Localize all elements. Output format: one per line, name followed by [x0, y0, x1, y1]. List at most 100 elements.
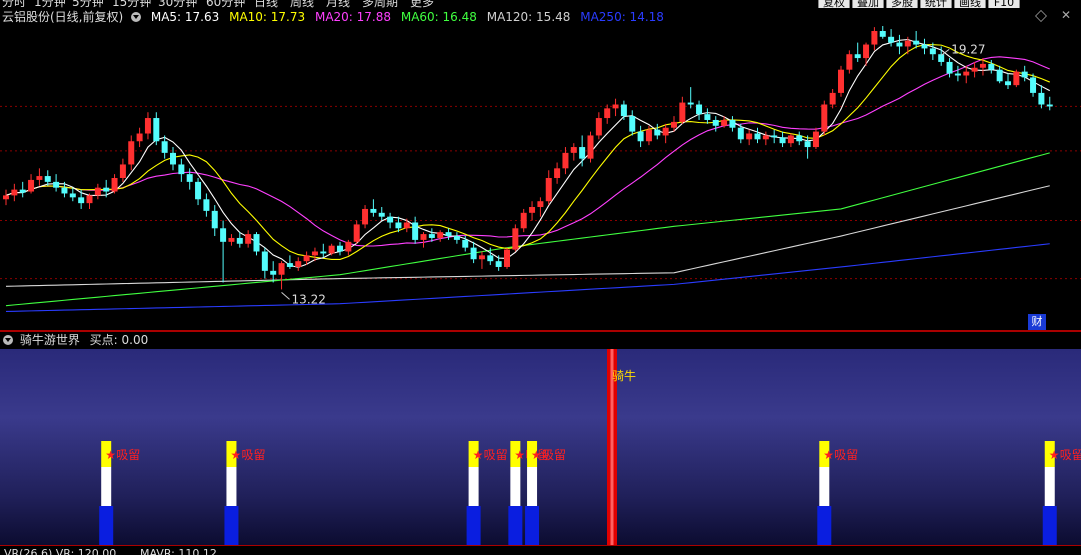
stock-name: 云铝股份(日线,前复权): [2, 10, 124, 24]
candle-body: [462, 239, 469, 248]
candle: [595, 112, 602, 140]
tab-5min[interactable]: 5分钟: [72, 0, 104, 8]
candle-body: [996, 69, 1003, 82]
candle: [1030, 73, 1037, 97]
candle: [203, 193, 210, 217]
candle-body: [61, 187, 68, 194]
candle-body: [821, 104, 828, 132]
candle-body: [161, 141, 168, 153]
candle-body: [337, 245, 343, 252]
tab-60min[interactable]: 60分钟: [206, 0, 245, 8]
signal-blue-segment: [466, 506, 481, 545]
candle-body: [286, 263, 293, 267]
candle: [854, 42, 861, 62]
candle-body: [278, 263, 285, 275]
tab-intraday[interactable]: 分时: [2, 0, 26, 8]
finance-badge[interactable]: 财: [1028, 314, 1046, 330]
candle-body: [854, 54, 861, 59]
candle-body: [729, 119, 736, 128]
candle: [378, 207, 385, 221]
candle: [829, 89, 836, 109]
draw-line-button[interactable]: 画线: [954, 0, 986, 8]
indicator-value: 买点: 0.00: [89, 333, 149, 347]
statistics-button[interactable]: 统计: [920, 0, 952, 8]
tab-monthly[interactable]: 月线: [326, 0, 350, 8]
restore-right-button[interactable]: 复权: [818, 0, 850, 8]
star-icon: ★: [531, 448, 542, 462]
candle: [654, 123, 661, 140]
candle-body: [529, 207, 536, 213]
candle-body: [554, 168, 561, 178]
candle: [119, 158, 126, 182]
candle-body: [370, 208, 377, 213]
tab-daily[interactable]: 日线: [254, 0, 278, 8]
candle: [111, 174, 118, 194]
candle-body: [954, 73, 961, 76]
candle: [604, 104, 611, 124]
candle-body: [779, 137, 786, 144]
candle: [387, 212, 394, 229]
candle-body: [453, 236, 460, 240]
signal-white-segment: [226, 467, 237, 506]
candle: [771, 129, 778, 144]
candle-body: [11, 189, 18, 196]
candle-body: [203, 199, 210, 211]
candle-body: [86, 195, 93, 204]
candle-body: [1038, 92, 1045, 105]
f10-button[interactable]: F10: [988, 0, 1020, 8]
indicator-panel: ★ 吸留 ★ 吸留 ★ 吸留 ★ 吸留 ★ 吸留 ★ 吸留 ★ 吸留 骑牛: [0, 349, 1081, 545]
candle: [554, 162, 561, 184]
star-icon: ★: [105, 448, 116, 462]
indicator-dropdown-icon[interactable]: [3, 334, 13, 345]
star-icon: ★: [823, 448, 834, 462]
tab-more[interactable]: 更多: [410, 0, 434, 8]
candle: [470, 241, 477, 264]
candle: [679, 96, 686, 124]
candle-body: [111, 178, 118, 192]
signal-white-segment: [101, 467, 112, 506]
close-icon[interactable]: ✕: [1061, 8, 1071, 22]
candle-body: [378, 212, 385, 217]
tab-30min[interactable]: 30分钟: [158, 0, 197, 8]
candle: [370, 199, 377, 217]
candle-body: [612, 104, 619, 109]
candle-body: [570, 147, 577, 153]
candle: [762, 131, 769, 146]
multi-stock-button[interactable]: 多股: [886, 0, 918, 8]
candle-body: [478, 255, 485, 260]
candle: [529, 201, 536, 221]
candle: [687, 87, 694, 109]
signal-label: 吸留: [542, 448, 566, 462]
candle-body: [537, 201, 544, 208]
candle: [353, 220, 360, 244]
indicator-header: 骑牛游世界 买点: 0.00: [0, 332, 1081, 349]
candle: [662, 123, 669, 144]
signal-label: 吸留: [241, 448, 265, 462]
candle: [863, 42, 870, 66]
candle-body: [863, 44, 870, 59]
candle-body: [662, 127, 669, 136]
tab-1min[interactable]: 1分钟: [34, 0, 66, 8]
tab-multi-period[interactable]: 多周期: [362, 0, 398, 8]
tab-weekly[interactable]: 周线: [290, 0, 314, 8]
overlay-button[interactable]: 叠加: [852, 0, 884, 8]
candle-body: [28, 179, 35, 192]
candle-body: [136, 133, 143, 142]
candle-body: [261, 251, 268, 271]
candle-body: [771, 135, 778, 138]
candle: [286, 255, 293, 269]
candle-body: [19, 189, 26, 193]
candle: [579, 135, 586, 167]
dropdown-circle-icon[interactable]: [131, 11, 142, 22]
candle: [128, 135, 135, 171]
candle-body: [153, 118, 160, 142]
candle-body: [428, 234, 435, 238]
tab-15min[interactable]: 15分钟: [112, 0, 151, 8]
candle-body: [645, 129, 652, 142]
candle: [136, 127, 143, 148]
candle: [245, 230, 252, 248]
candle-body: [988, 63, 995, 70]
candle-body: [879, 31, 886, 37]
candle: [746, 129, 753, 146]
candle: [253, 232, 260, 256]
